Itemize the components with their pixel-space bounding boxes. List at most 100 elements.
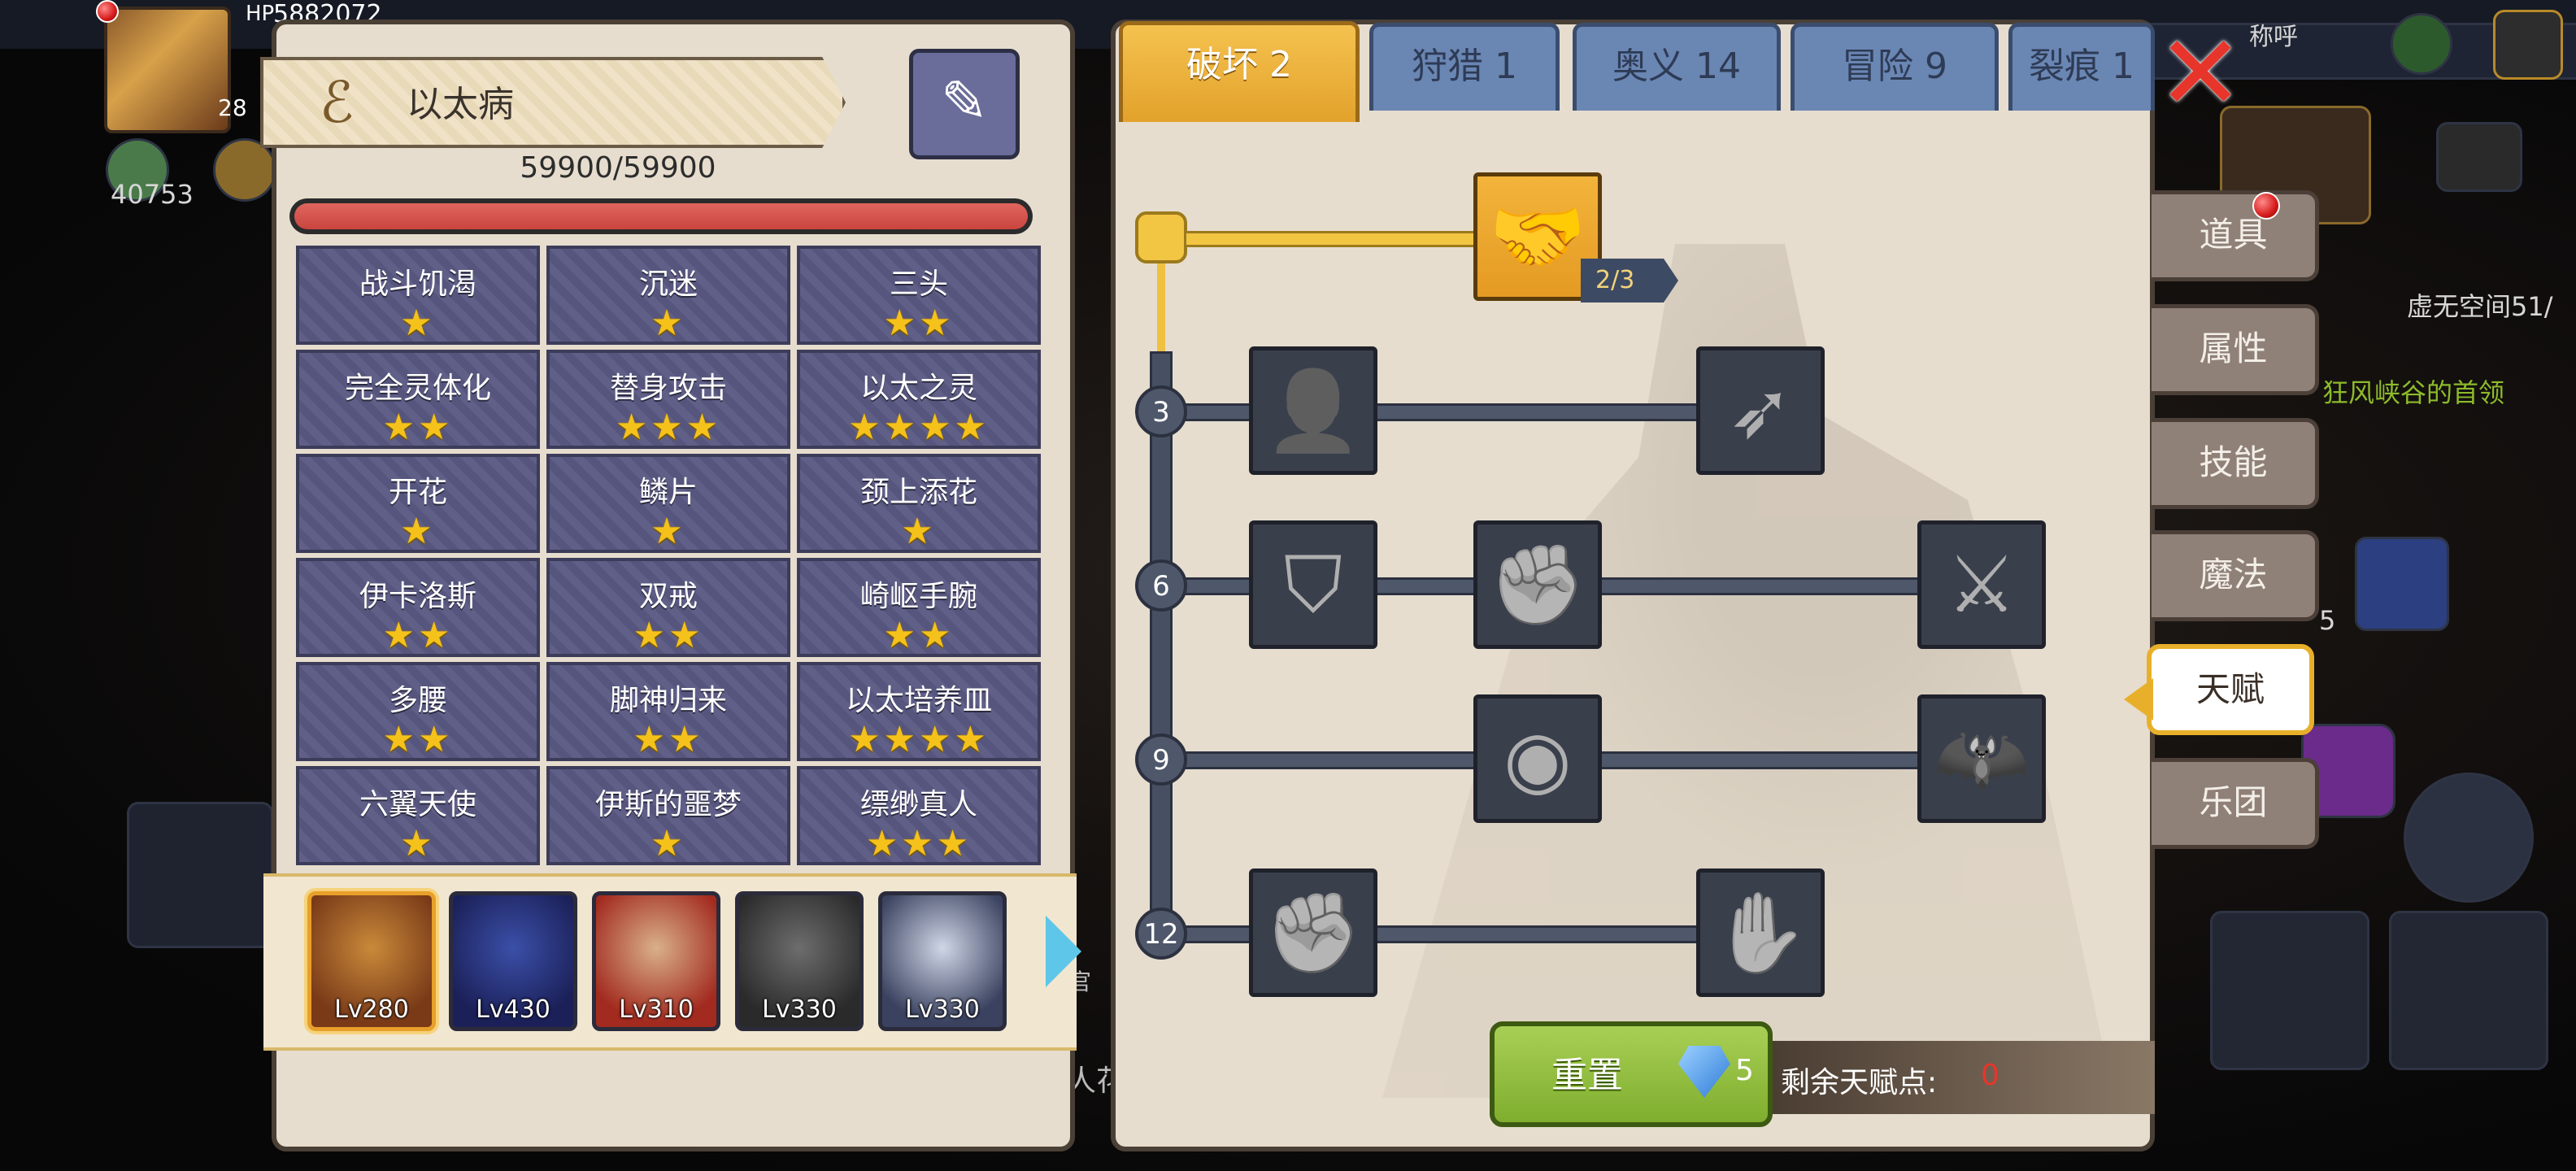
hero-portrait[interactable]: Lv430 (449, 891, 577, 1031)
hero-portrait[interactable]: Lv310 (592, 891, 720, 1031)
castle-icon[interactable] (2436, 122, 2522, 192)
tab-2[interactable]: 狩猎 1 (1369, 23, 1560, 111)
tree-branch-9 (1171, 751, 2044, 769)
trait-cell[interactable]: 以太之灵 ★★★★ (797, 350, 1041, 449)
trait-cell[interactable]: 双戒 ★★ (546, 558, 790, 657)
star-rating: ★ (400, 511, 436, 552)
tab-4[interactable]: 冒险 9 (1791, 23, 1999, 111)
trait-cell[interactable]: 崎岖手腕 ★★ (797, 558, 1041, 657)
trait-cell[interactable]: 脚神归来 ★★ (546, 662, 790, 761)
talent-node[interactable]: ◉ (1473, 694, 1602, 823)
side-menu-4[interactable]: 魔法 (2152, 530, 2319, 621)
reset-button[interactable]: 重置 5 (1490, 1021, 1773, 1127)
trait-cell[interactable]: 鳞片 ★ (546, 454, 790, 553)
swap-icon[interactable] (2404, 773, 2534, 903)
body-icon: 👤 (1264, 365, 1362, 456)
network-icon[interactable] (2391, 13, 2452, 75)
arrow-icon: ➶ (1727, 365, 1794, 456)
next-arrow-icon[interactable] (1046, 916, 1081, 987)
trait-cell[interactable]: 战斗饥渴 ★ (296, 246, 540, 345)
items-notification-dot (2252, 192, 2280, 220)
trait-cell[interactable]: 缥缈真人 ★★★ (797, 766, 1041, 865)
sword-skill-icon[interactable] (2210, 911, 2369, 1070)
tab-3[interactable]: 奥义 14 (1573, 23, 1781, 111)
trait-cell[interactable]: 六翼天使 ★ (296, 766, 540, 865)
talent-node[interactable]: ✋ (1696, 868, 1825, 997)
level-node-12: 12 (1135, 908, 1187, 960)
star-rating: ★ (651, 303, 686, 344)
syringe-button[interactable]: ✎ (909, 49, 1020, 159)
fist-icon: ✊ (1264, 887, 1362, 978)
tree-branch-active (1184, 231, 1482, 247)
hero-level: Lv280 (334, 995, 409, 1024)
trait-label: 双戒 (638, 580, 698, 613)
trait-cell[interactable]: 伊斯的噩梦 ★ (546, 766, 790, 865)
hp-bar-fill (294, 203, 1028, 229)
hero-portrait[interactable]: Lv330 (735, 891, 864, 1031)
trait-label: 缥缈真人 (859, 788, 977, 821)
character-name: 以太病 (407, 84, 514, 125)
talent-node[interactable]: ⚔ (1917, 520, 2046, 649)
side-text-2: 狂风峡谷的首领 (2322, 377, 2505, 408)
trait-cell[interactable]: 伊卡洛斯 ★★ (296, 558, 540, 657)
trait-cell[interactable]: 三头 ★★ (797, 246, 1041, 345)
hero-portrait[interactable]: Lv330 (878, 891, 1007, 1031)
side-menu-5[interactable]: 天赋 (2147, 644, 2314, 735)
talent-node[interactable]: 🦇 (1917, 694, 2046, 823)
fist-stripe-icon: ✋ (1712, 887, 1809, 978)
star-rating: ★★ (633, 615, 704, 656)
reset-cost: 5 (1735, 1054, 1754, 1087)
trait-label: 伊卡洛斯 (359, 580, 476, 613)
trait-cell[interactable]: 以太培养皿 ★★★★ (797, 662, 1041, 761)
orb-ripple-icon: ◉ (1503, 713, 1572, 804)
bow-skill-icon[interactable] (2389, 911, 2548, 1070)
trait-cell[interactable]: 颈上添花 ★ (797, 454, 1041, 553)
shield-crack-icon: ⛉ (1284, 539, 1342, 630)
talent-node[interactable]: 👤 (1249, 346, 1377, 475)
bat-icon: 🦇 (1933, 713, 2030, 804)
trait-label: 颈上添花 (859, 476, 977, 509)
talent-node[interactable]: ✊ (1249, 868, 1377, 997)
side-menu-1[interactable]: 道具 (2152, 190, 2319, 281)
level-node-3: 3 (1135, 385, 1187, 437)
hero-selector: Lv280 Lv430 Lv310 Lv330 Lv330 (263, 873, 1077, 1051)
hero-level: Lv310 (619, 995, 694, 1024)
trait-cell[interactable]: 沉迷 ★ (546, 246, 790, 345)
hp-text: 59900/59900 (520, 151, 716, 185)
talent-node[interactable]: ✊ (1473, 520, 1602, 649)
tree-start-node (1135, 211, 1187, 263)
hp-bar (289, 198, 1033, 234)
dpad-left-icon[interactable] (127, 802, 273, 948)
item-slot-icon[interactable] (2355, 537, 2449, 631)
star-rating: ★★ (883, 303, 955, 344)
talent-node[interactable]: ➶ (1696, 346, 1825, 475)
talent-node[interactable]: ⛉ (1249, 520, 1377, 649)
trait-cell[interactable]: 替身攻击 ★★★ (546, 350, 790, 449)
side-menu-3[interactable]: 技能 (2152, 418, 2319, 509)
player-avatar[interactable] (104, 7, 231, 133)
trait-cell[interactable]: 开花 ★ (296, 454, 540, 553)
talent-progress-badge: 2/3 (1581, 259, 1678, 303)
trait-label: 脚神归来 (609, 684, 727, 717)
side-menu-2[interactable]: 属性 (2152, 304, 2319, 395)
tab-1[interactable]: 破坏 2 (1119, 21, 1360, 122)
trait-cell[interactable]: 多腰 ★★ (296, 662, 540, 761)
star-rating: ★ (651, 511, 686, 552)
trait-cell[interactable]: 完全灵体化 ★★ (296, 350, 540, 449)
trait-label: 完全灵体化 (344, 372, 491, 405)
trait-label: 战斗饥渴 (359, 268, 476, 301)
trait-label: 六翼天使 (359, 788, 476, 821)
star-rating: ★★★ (615, 407, 722, 448)
punch-icon: ✊ (1489, 539, 1586, 630)
hero-level: Lv330 (905, 995, 980, 1024)
reset-label: 重置 (1551, 1055, 1623, 1096)
star-rating: ★★★★ (848, 407, 990, 448)
side-menu-6[interactable]: 乐团 (2152, 758, 2319, 849)
star-rating: ★ (400, 823, 436, 864)
close-icon[interactable]: ✕ (2152, 22, 2249, 127)
hero-portrait[interactable]: Lv280 (307, 891, 436, 1031)
tab-5[interactable]: 裂痕 1 (2008, 23, 2155, 111)
hero-level: Lv330 (762, 995, 837, 1024)
exit-fullscreen-icon[interactable] (2493, 10, 2563, 80)
side-num: 5 (2319, 605, 2336, 636)
